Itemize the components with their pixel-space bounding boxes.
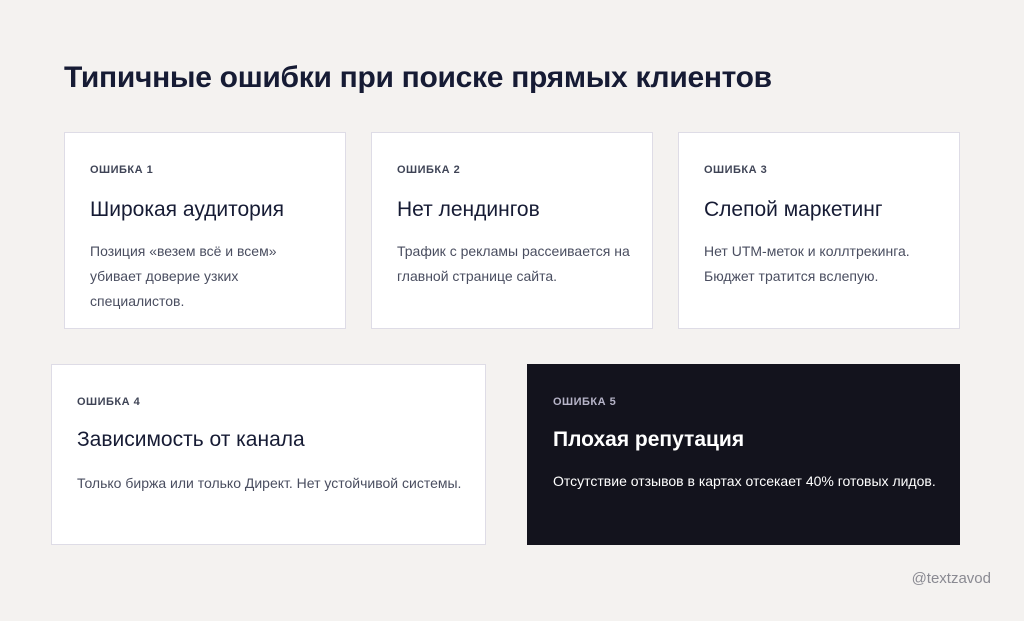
- card-heading: Зависимость от канала: [77, 428, 305, 451]
- error-card-5-highlighted: ОШИБКА 5 Плохая репутация Отсутствие отз…: [527, 364, 960, 545]
- card-description: Отсутствие отзывов в картах отсекает 40%…: [553, 473, 936, 489]
- card-description: Позиция «везем всё и всем» убивает довер…: [90, 243, 277, 309]
- card-label: ОШИБКА 4: [77, 396, 141, 408]
- card-label: ОШИБКА 3: [704, 164, 768, 176]
- card-heading: Широкая аудитория: [90, 198, 284, 221]
- error-card-4: ОШИБКА 4 Зависимость от канала Только би…: [51, 364, 486, 545]
- card-heading: Плохая репутация: [553, 428, 745, 451]
- error-card-2: ОШИБКА 2 Нет лендингов Трафик с рекламы …: [371, 132, 653, 329]
- card-description: Только биржа или только Директ. Нет усто…: [77, 475, 462, 491]
- card-label: ОШИБКА 2: [397, 164, 461, 176]
- card-description: Нет UTM-меток и коллтрекинга. Бюджет тра…: [704, 243, 910, 284]
- page-title: Типичные ошибки при поиске прямых клиент…: [64, 61, 772, 94]
- card-label: ОШИБКА 1: [90, 164, 154, 176]
- card-heading: Слепой маркетинг: [704, 198, 883, 221]
- card-label: ОШИБКА 5: [553, 396, 617, 408]
- watermark: @textzavod: [911, 570, 991, 587]
- card-heading: Нет лендингов: [397, 198, 540, 221]
- error-card-1: ОШИБКА 1 Широкая аудитория Позиция «везе…: [64, 132, 346, 329]
- card-description: Трафик с рекламы рассеивается на главной…: [397, 243, 630, 284]
- error-card-3: ОШИБКА 3 Слепой маркетинг Нет UTM-меток …: [678, 132, 960, 329]
